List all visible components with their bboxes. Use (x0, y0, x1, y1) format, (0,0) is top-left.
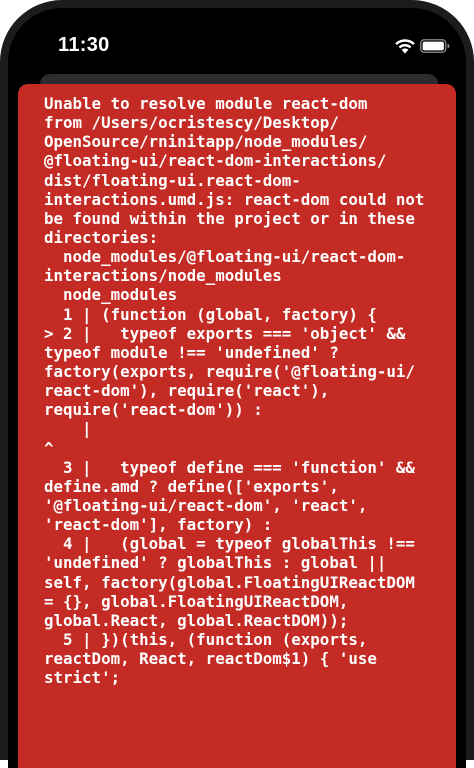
error-line: ^ (44, 438, 54, 458)
error-line: '@floating-ui/react-dom', 'react', (44, 495, 368, 515)
error-line: dist/floating-ui.react-dom- (44, 170, 301, 190)
error-line: self, factory(global.FloatingUIReactDOM (44, 572, 415, 592)
error-line: define.amd ? define(['exports', (44, 476, 339, 496)
error-line: require('react-dom')) : (44, 400, 263, 420)
error-line: 'undefined' ? globalThis : global || (44, 553, 387, 573)
error-line: from /Users/ocristescy/Desktop/ (44, 113, 339, 133)
error-line: | (44, 419, 92, 439)
error-line: > 2 | typeof exports === 'object' && (44, 323, 406, 343)
battery-icon (420, 39, 450, 53)
device-screen: 11:30 Unable to resolve module react-dom… (8, 8, 466, 768)
error-line: OpenSource/rninitapp/node_modules/ (44, 132, 368, 152)
error-line: be found within the project or in these (44, 208, 415, 228)
error-line: interactions.umd.js: react-dom could not (44, 189, 425, 209)
error-line: directories: (44, 227, 159, 247)
error-line: 3 | typeof define === 'function' && (44, 457, 415, 477)
error-line: interactions/node_modules (44, 266, 282, 286)
error-line: 'react-dom'], factory) : (44, 515, 273, 535)
error-line: @floating-ui/react-dom-interactions/ (44, 151, 387, 171)
error-line: reactDom, React, reactDom$1) { 'use (44, 649, 377, 669)
error-line: 5 | })(this, (function (exports, (44, 629, 368, 649)
error-line: node_modules (44, 285, 178, 305)
status-time: 11:30 (58, 34, 110, 56)
error-line: factory(exports, require('@floating-ui/ (44, 361, 415, 381)
error-line: = {}, global.FloatingUIReactDOM, (44, 591, 349, 611)
error-line: react-dom'), require('react'), (44, 381, 330, 401)
error-line: 1 | (function (global, factory) { (44, 304, 377, 324)
error-line: global.React, global.ReactDOM)); (44, 610, 349, 630)
error-line: 4 | (global = typeof globalThis !== (44, 534, 415, 554)
error-line: typeof module !== 'undefined' ? (44, 342, 339, 362)
phone-frame: 11:30 Unable to resolve module react-dom… (0, 0, 474, 768)
error-line: Unable to resolve module react-dom (44, 94, 368, 113)
error-message: Unable to resolve module react-dom from /… (44, 94, 444, 687)
error-line: node_modules/@floating-ui/react-dom- (44, 247, 406, 267)
redbox-error-panel[interactable]: Unable to resolve module react-dom from /… (18, 84, 456, 768)
error-line: strict'; (44, 668, 121, 688)
status-bar: 11:30 (8, 8, 466, 78)
wifi-icon (395, 39, 415, 54)
